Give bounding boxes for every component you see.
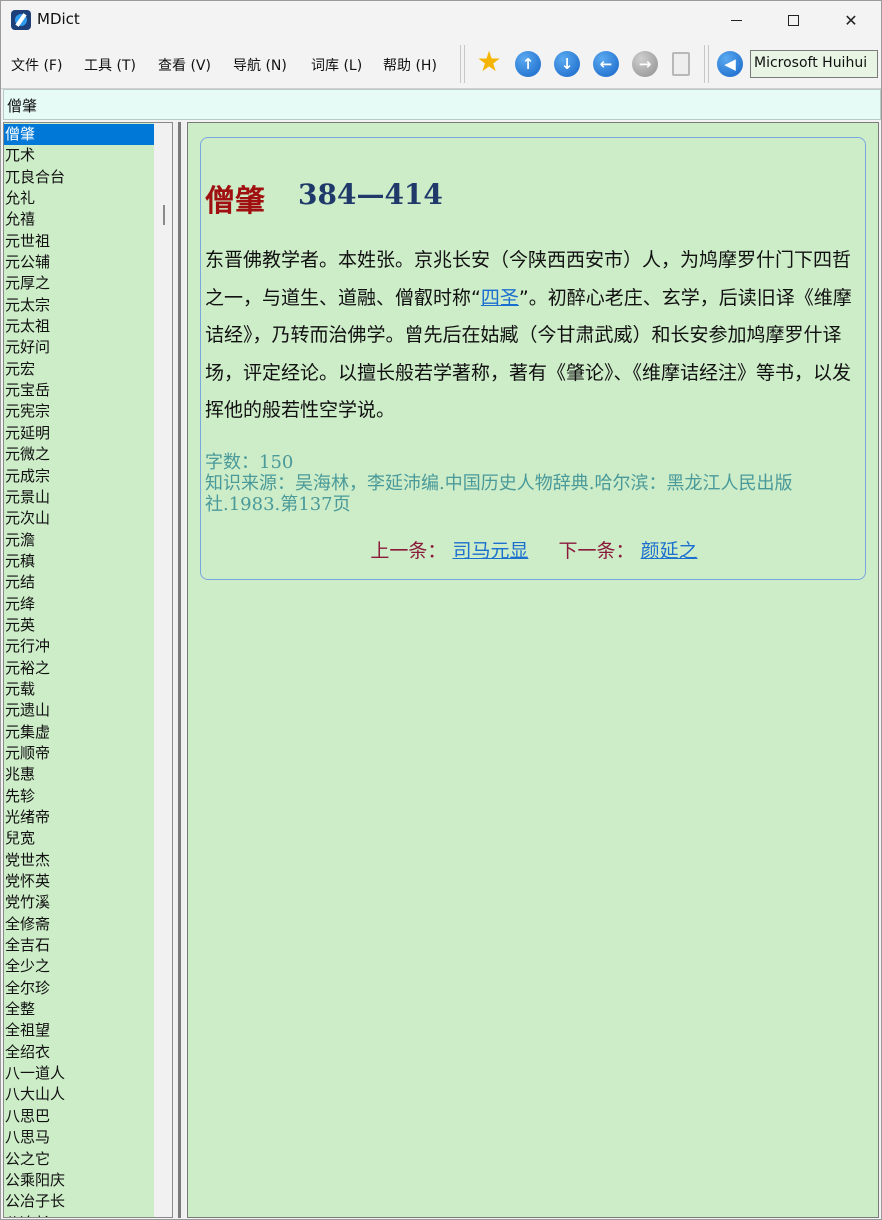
- list-item[interactable]: 元宝岳: [4, 380, 154, 401]
- voice-selector[interactable]: Microsoft Huihui: [750, 50, 878, 78]
- arrow-down-icon[interactable]: ↓: [554, 51, 580, 77]
- list-item[interactable]: 元遗山: [4, 700, 154, 721]
- menu-view[interactable]: 查看 (V): [158, 55, 211, 75]
- entry-card: 僧肇 384—414 东晋佛教学者。本姓张。京兆长安（今陕西西安市）人，为鸠摩罗…: [200, 137, 866, 580]
- list-item[interactable]: 公冶长: [4, 1213, 154, 1217]
- entry-years: 384—414: [298, 178, 443, 211]
- list-item[interactable]: 八大山人: [4, 1084, 154, 1105]
- menu-library[interactable]: 词库 (L): [311, 55, 362, 75]
- list-item[interactable]: 全少之: [4, 956, 154, 977]
- star-icon[interactable]: ★: [476, 45, 502, 78]
- maximize-icon: [787, 14, 799, 26]
- list-item[interactable]: 允禧: [4, 209, 154, 230]
- menu-help[interactable]: 帮助 (H): [383, 55, 437, 75]
- prev-label: 上一条：: [370, 540, 447, 562]
- list-item[interactable]: 元景山: [4, 487, 154, 508]
- word-list-scrollbar[interactable]: [154, 123, 172, 1217]
- word-list-panel: 僧肇 兀术 兀良合台 允礼 允禧 元世祖 元公辅 元厚之 元太宗 元太祖 元好问 元宏 元宝岳 元宪宗 元延…: [3, 122, 173, 1218]
- list-item[interactable]: 公冶子长: [4, 1191, 154, 1212]
- window-title: MDict: [37, 10, 80, 28]
- list-item[interactable]: 元次山: [4, 508, 154, 529]
- list-item[interactable]: 兀术: [4, 145, 154, 166]
- entry-panel: 僧肇 384—414 东晋佛教学者。本姓张。京兆长安（今陕西西安市）人，为鸠摩罗…: [187, 122, 879, 1218]
- list-item[interactable]: 公乘阳庆: [4, 1170, 154, 1191]
- clipboard-icon[interactable]: [671, 51, 691, 77]
- mdict-logo-icon: [11, 10, 31, 30]
- list-item[interactable]: 兒宽: [4, 828, 154, 849]
- menu-toolbar: 文件 (F) 工具 (T) 查看 (V) 导航 (N) 词库 (L) 帮助 (H…: [1, 39, 881, 89]
- list-item[interactable]: 元公辅: [4, 252, 154, 273]
- list-item[interactable]: 元载: [4, 679, 154, 700]
- word-list: 僧肇 兀术 兀良合台 允礼 允禧 元世祖 元公辅 元厚之 元太宗 元太祖 元好问 元宏 元宝岳 元宪宗 元延…: [4, 124, 154, 1217]
- toolbar-separator: [460, 45, 465, 83]
- close-button[interactable]: ✕: [822, 1, 880, 39]
- list-item[interactable]: 全绍衣: [4, 1042, 154, 1063]
- app-window: MDict ✕ 文件 (F) 工具 (T) 查看 (V) 导航 (N) 词库 (…: [0, 0, 882, 1220]
- source-citation: 知识来源：吴海林，李延沛编.中国历史人物辞典.哈尔滨：黑龙江人民出版社.1983…: [205, 473, 793, 515]
- list-item[interactable]: 元太祖: [4, 316, 154, 337]
- close-icon: ✕: [844, 10, 858, 30]
- menu-navigate[interactable]: 导航 (N): [233, 55, 287, 75]
- list-item[interactable]: 元宏: [4, 359, 154, 380]
- entry-meta: 字数：150 知识来源：吴海林，李延沛编.中国历史人物辞典.哈尔滨：黑龙江人民出…: [205, 452, 861, 515]
- list-item[interactable]: 先轸: [4, 786, 154, 807]
- list-item[interactable]: 元行冲: [4, 636, 154, 657]
- menu-file[interactable]: 文件 (F): [11, 55, 62, 75]
- list-item[interactable]: 元英: [4, 615, 154, 636]
- next-label: 下一条：: [558, 540, 635, 562]
- list-item[interactable]: 元太宗: [4, 295, 154, 316]
- prev-entry-link[interactable]: 司马元显: [452, 540, 528, 562]
- search-input[interactable]: 僧肇: [3, 89, 881, 120]
- list-item[interactable]: 元宪宗: [4, 401, 154, 422]
- list-item[interactable]: 党世杰: [4, 850, 154, 871]
- list-item[interactable]: 兆惠: [4, 764, 154, 785]
- list-item[interactable]: 元稹: [4, 551, 154, 572]
- list-item[interactable]: 党竹溪: [4, 892, 154, 913]
- list-item[interactable]: 元世祖: [4, 231, 154, 252]
- list-item[interactable]: 元裕之: [4, 658, 154, 679]
- list-item[interactable]: 八一道人: [4, 1063, 154, 1084]
- title-bar: MDict ✕: [1, 1, 881, 39]
- toolbar-separator: [704, 45, 709, 83]
- entry-headword: 僧肇: [205, 184, 265, 219]
- list-item[interactable]: 全吉石: [4, 935, 154, 956]
- minimize-button[interactable]: [707, 1, 765, 39]
- list-item[interactable]: 全整: [4, 999, 154, 1020]
- link-sisheng[interactable]: 四圣: [481, 287, 519, 309]
- list-item[interactable]: 元顺帝: [4, 743, 154, 764]
- arrow-right-icon[interactable]: →: [632, 51, 658, 77]
- list-item[interactable]: 公之它: [4, 1149, 154, 1170]
- list-item[interactable]: 八思马: [4, 1127, 154, 1148]
- list-item[interactable]: 全祖望: [4, 1020, 154, 1041]
- list-item[interactable]: 元集虚: [4, 722, 154, 743]
- list-item[interactable]: 全尔珍: [4, 978, 154, 999]
- word-count: 字数：150: [205, 452, 294, 473]
- list-item[interactable]: 元延明: [4, 423, 154, 444]
- scrollbar-thumb[interactable]: [163, 205, 165, 225]
- next-entry-link[interactable]: 颜延之: [641, 540, 698, 562]
- entry-definition: 东晋佛教学者。本姓张。京兆长安（今陕西西安市）人，为鸠摩罗什门下四哲之一，与道生…: [205, 249, 852, 421]
- list-item[interactable]: 元结: [4, 572, 154, 593]
- entry-navigation: 上一条： 司马元显 下一条： 颜延之: [201, 536, 867, 563]
- list-item[interactable]: 元微之: [4, 444, 154, 465]
- speaker-icon[interactable]: ◀: [717, 51, 743, 77]
- minimize-icon: [730, 19, 742, 21]
- list-item[interactable]: 元绛: [4, 594, 154, 615]
- list-item[interactable]: 元厚之: [4, 273, 154, 294]
- list-item[interactable]: 党怀英: [4, 871, 154, 892]
- list-item[interactable]: 元澹: [4, 530, 154, 551]
- list-item[interactable]: 光绪帝: [4, 807, 154, 828]
- list-item[interactable]: 兀良合台: [4, 167, 154, 188]
- list-item[interactable]: 允礼: [4, 188, 154, 209]
- list-item[interactable]: 全修斋: [4, 914, 154, 935]
- list-item[interactable]: 元成宗: [4, 466, 154, 487]
- list-item[interactable]: 元好问: [4, 337, 154, 358]
- panel-splitter[interactable]: [175, 122, 185, 1218]
- list-item[interactable]: 僧肇: [4, 124, 154, 146]
- menu-tools[interactable]: 工具 (T): [84, 55, 136, 75]
- arrow-up-icon[interactable]: ↑: [515, 51, 541, 77]
- arrow-left-icon[interactable]: ←: [593, 51, 619, 77]
- maximize-button[interactable]: [764, 1, 822, 39]
- list-item[interactable]: 八思巴: [4, 1106, 154, 1127]
